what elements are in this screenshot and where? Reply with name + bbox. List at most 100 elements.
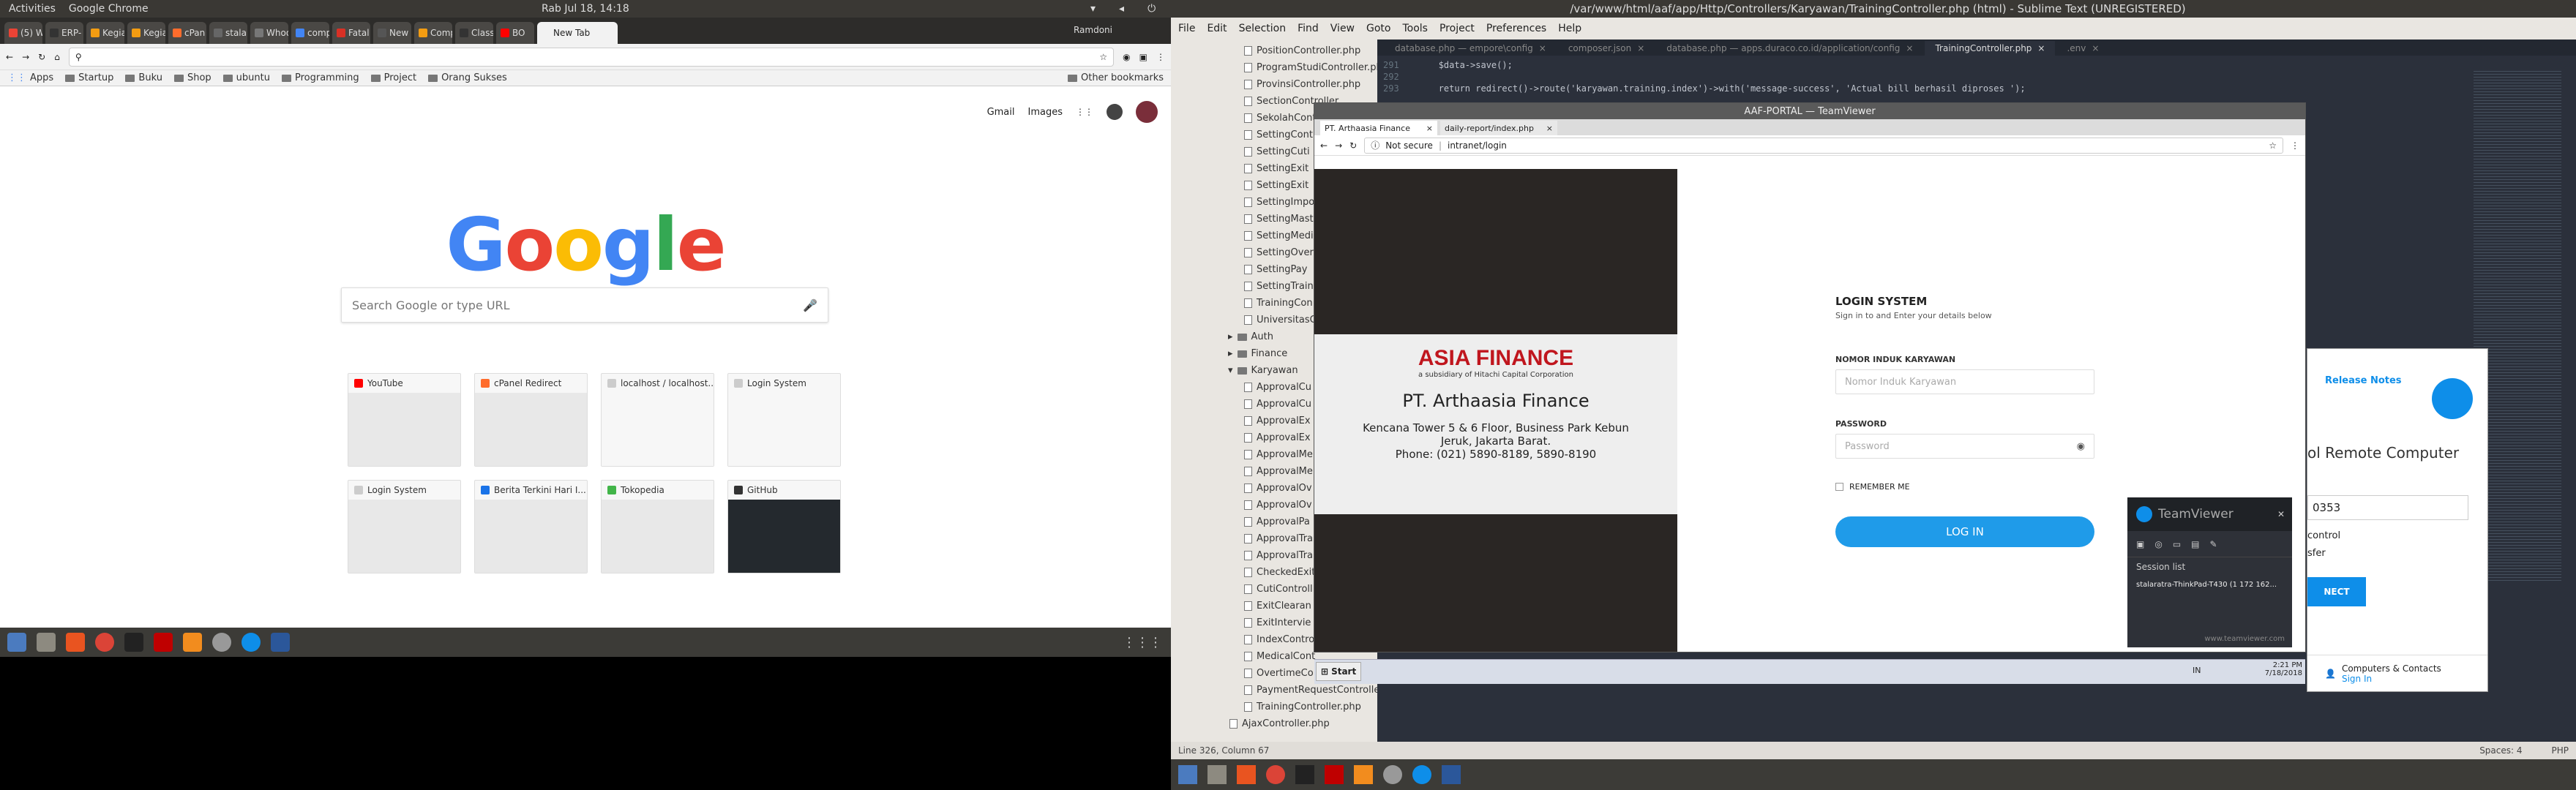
sidebar-file[interactable]: ProvinsiController.php xyxy=(1171,76,1377,93)
most-visited-tile[interactable]: YouTube xyxy=(348,373,461,467)
most-visited-tile[interactable]: Login System xyxy=(727,373,841,467)
bookmark-project[interactable]: Project xyxy=(370,72,416,83)
reload-icon[interactable]: ↻ xyxy=(1349,140,1357,151)
most-visited-tile[interactable]: Berita Terkini Hari I... xyxy=(474,480,588,573)
chrome-tab[interactable]: Class xyxy=(455,22,493,44)
most-visited-tile[interactable]: localhost / localhost... xyxy=(601,373,714,467)
menu-find[interactable]: Find xyxy=(1298,23,1319,34)
remote-omnibox[interactable]: ⓘ Not secure | intranet/login ☆ xyxy=(1364,137,2283,154)
terminal-icon[interactable] xyxy=(1295,765,1314,784)
sidebar-file[interactable]: ProgramStudiController.php xyxy=(1171,59,1377,76)
chrome-tab[interactable]: stalar xyxy=(209,22,247,44)
close-icon[interactable]: × xyxy=(1539,43,1546,53)
editor-tab[interactable]: database.php — empore\config × xyxy=(1385,41,1557,56)
menu-edit[interactable]: Edit xyxy=(1207,23,1227,34)
forward-icon[interactable]: → xyxy=(22,52,29,62)
settings-icon[interactable] xyxy=(1178,765,1197,784)
menu-icon[interactable]: ⋮ xyxy=(2291,140,2299,151)
document-icon[interactable] xyxy=(1442,765,1461,784)
system-tray[interactable]: ▾ ◂ ⏻ xyxy=(1090,3,1169,15)
close-icon[interactable]: × xyxy=(1546,124,1553,133)
release-notes-link[interactable]: Release Notes xyxy=(2325,375,2402,386)
video-icon[interactable]: ▣ xyxy=(2136,539,2144,549)
teamviewer-icon[interactable] xyxy=(242,633,261,652)
chrome-icon[interactable] xyxy=(95,633,114,652)
most-visited-tile[interactable]: cPanel Redirect xyxy=(474,373,588,467)
apps-grid-icon[interactable]: ⋮⋮ xyxy=(1076,107,1093,117)
clock[interactable]: Rab Jul 18, 14:18 xyxy=(542,3,629,15)
filezilla-icon[interactable] xyxy=(154,633,173,652)
bookmark-orang-sukses[interactable]: Orang Sukses xyxy=(428,72,507,83)
sidebar-file[interactable]: PaymentRequestControlle xyxy=(1171,682,1377,699)
sublime-icon[interactable] xyxy=(183,633,202,652)
chrome-tab[interactable]: comp xyxy=(291,22,329,44)
reload-icon[interactable]: ↻ xyxy=(38,52,45,62)
editor-tab[interactable]: database.php — apps.duraco.co.id/applica… xyxy=(1656,41,1923,56)
menu-goto[interactable]: Goto xyxy=(1366,23,1390,34)
editor-tab[interactable]: .env × xyxy=(2056,41,2109,56)
ntp-search-box[interactable]: Search Google or type URL 🎤 xyxy=(341,287,828,323)
eye-icon[interactable]: ◉ xyxy=(2077,441,2085,452)
close-icon[interactable]: × xyxy=(2092,43,2099,53)
other-bookmarks[interactable]: Other bookmarks xyxy=(1067,72,1164,83)
menu-project[interactable]: Project xyxy=(1439,23,1475,34)
nik-input[interactable]: Nomor Induk Karyawan xyxy=(1835,369,2094,394)
most-visited-tile[interactable]: GitHub xyxy=(727,480,841,573)
notifications-icon[interactable] xyxy=(1107,104,1123,120)
tab-daily-report[interactable]: daily-report/index.php × xyxy=(1440,121,1557,135)
file-transfer-option[interactable]: sfer xyxy=(2307,548,2326,559)
menu-selection[interactable]: Selection xyxy=(1239,23,1287,34)
chrome-tab[interactable]: BO xyxy=(496,22,534,44)
chrome-tab[interactable]: Whoo xyxy=(250,22,288,44)
software-icon[interactable] xyxy=(1237,765,1256,784)
close-icon[interactable]: × xyxy=(1426,124,1433,133)
chrome-icon[interactable] xyxy=(1266,765,1285,784)
menu-tools[interactable]: Tools xyxy=(1402,23,1428,34)
star-icon[interactable]: ☆ xyxy=(1099,52,1107,62)
teamviewer-website-link[interactable]: www.teamviewer.com xyxy=(2204,635,2285,643)
settings-icon[interactable] xyxy=(7,633,26,652)
most-visited-tile[interactable]: Tokopedia xyxy=(601,480,714,573)
menu-view[interactable]: View xyxy=(1330,23,1355,34)
activities-button[interactable]: Activities xyxy=(9,3,56,15)
software-icon[interactable] xyxy=(66,633,85,652)
code-area[interactable]: 291 $data->save(); 292 293 return redirect()… xyxy=(1377,56,2576,95)
bookmark-shop[interactable]: Shop xyxy=(173,72,211,83)
bookmark-startup[interactable]: Startup xyxy=(65,72,113,83)
profile-name[interactable]: Ramdoni xyxy=(1074,25,1112,35)
document-icon[interactable] xyxy=(271,633,290,652)
language-indicator[interactable]: IN xyxy=(2193,666,2201,675)
app-menu[interactable]: Google Chrome xyxy=(69,3,149,15)
files-icon[interactable]: ▤ xyxy=(2191,539,2199,549)
connect-button[interactable]: NECT xyxy=(2307,577,2366,606)
sidebar-file[interactable]: AjaxController.php xyxy=(1171,715,1377,732)
disk-icon[interactable] xyxy=(1383,765,1402,784)
bookmark-buku[interactable]: Buku xyxy=(125,72,162,83)
remember-me[interactable]: REMEMBER ME xyxy=(1835,482,1910,492)
chrome-tab[interactable]: Kegia xyxy=(86,22,124,44)
chrome-tab[interactable]: (5) W xyxy=(4,22,42,44)
editor-tab[interactable]: composer.json × xyxy=(1558,41,1655,56)
sidebar-file[interactable]: TrainingController.php xyxy=(1171,699,1377,715)
omnibox[interactable]: ⚲ ☆ xyxy=(68,47,1115,67)
menu-file[interactable]: File xyxy=(1178,23,1195,34)
home-icon[interactable]: ⌂ xyxy=(54,52,60,62)
star-icon[interactable]: ☆ xyxy=(2269,140,2277,151)
menu-help[interactable]: Help xyxy=(1558,23,1581,34)
bookmark-programming[interactable]: Programming xyxy=(281,72,359,83)
chat-icon[interactable]: ▭ xyxy=(2173,539,2181,549)
chrome-tab[interactable]: ERP- xyxy=(45,22,83,44)
disk-icon[interactable] xyxy=(212,633,231,652)
audio-icon[interactable]: ◎ xyxy=(2154,539,2162,549)
indent-setting[interactable]: Spaces: 4 xyxy=(2479,745,2522,756)
extension-icon[interactable]: ▣ xyxy=(1139,52,1147,62)
start-button[interactable]: ⊞ Start xyxy=(1316,662,1362,681)
filezilla-icon[interactable] xyxy=(1325,765,1344,784)
chrome-tab[interactable]: Kegia xyxy=(127,22,165,44)
remote-control-option[interactable]: control xyxy=(2307,530,2340,541)
chrome-tab[interactable]: Comp xyxy=(414,22,452,44)
menu-icon[interactable]: ⋮ xyxy=(1156,52,1165,62)
session-item[interactable]: stalaratra-ThinkPad-T430 (1 172 162... xyxy=(2127,576,2292,593)
bookmark-apps[interactable]: ⋮⋮ Apps xyxy=(7,72,53,83)
chrome-tab[interactable]: New Tab xyxy=(537,22,618,44)
